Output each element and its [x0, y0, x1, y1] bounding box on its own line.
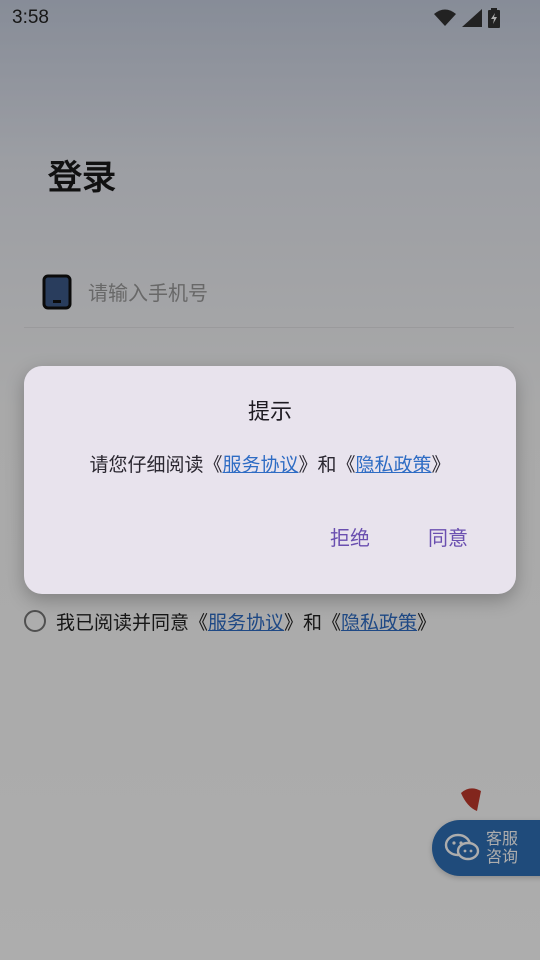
dialog-service-agreement-link[interactable]: 服务协议 [222, 454, 298, 476]
agree-button[interactable]: 同意 [404, 516, 492, 557]
consent-dialog: 提示 请您仔细阅读《服务协议》和《隐私政策》 拒绝 同意 [24, 366, 516, 594]
dialog-message-middle: 》和《 [298, 454, 356, 476]
reject-button[interactable]: 拒绝 [306, 516, 394, 557]
dialog-message: 请您仔细阅读《服务协议》和《隐私政策》 [24, 450, 516, 477]
dialog-message-prefix: 请您仔细阅读《 [89, 454, 223, 476]
dialog-privacy-policy-link[interactable]: 隐私政策 [356, 454, 432, 476]
dialog-message-suffix: 》 [431, 454, 451, 476]
dialog-actions: 拒绝 同意 [306, 516, 492, 557]
dialog-title: 提示 [247, 400, 292, 425]
